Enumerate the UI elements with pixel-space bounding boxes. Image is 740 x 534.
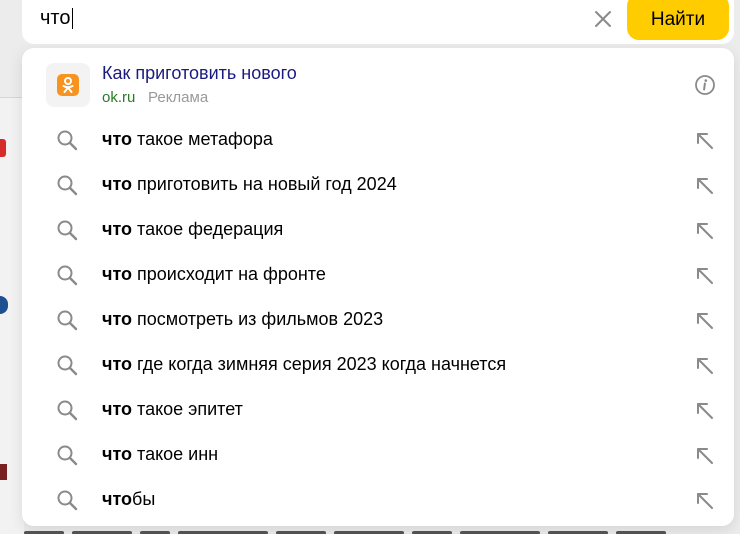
suggestion-rest-part: такое федерация: [132, 219, 284, 239]
insert-suggestion-arrow-icon[interactable]: [694, 355, 716, 377]
suggestion-text: что такое федерация: [102, 219, 283, 240]
suggestion-item[interactable]: что такое эпитет: [22, 388, 734, 433]
background-favicon-brown: [0, 464, 7, 480]
suggestion-item[interactable]: что происходит на фронте: [22, 253, 734, 298]
search-icon: [57, 220, 78, 241]
ad-logo: [46, 63, 90, 107]
insert-suggestion-arrow-icon[interactable]: [694, 130, 716, 152]
ad-label: Реклама: [148, 89, 209, 106]
suggestion-text: что такое метафора: [102, 129, 273, 150]
suggestion-bold-part: что: [102, 444, 133, 464]
search-bar: Найти: [22, 0, 734, 44]
suggestion-bold-part: что: [102, 354, 133, 374]
search-icon: [57, 175, 78, 196]
close-icon: [595, 11, 611, 27]
insert-suggestion-arrow-icon[interactable]: [694, 400, 716, 422]
search-icon: [57, 310, 78, 331]
insert-suggestion-arrow-icon[interactable]: [694, 220, 716, 242]
suggestions-dropdown: Как приготовить нового ok.ru Реклама что…: [22, 48, 734, 526]
search-icon: [57, 490, 78, 511]
suggestion-bold-part: что: [102, 219, 133, 239]
suggestion-item[interactable]: что приготовить на новый год 2024: [22, 163, 734, 208]
suggestion-item[interactable]: чтобы: [22, 478, 734, 523]
text-caret: [72, 8, 73, 29]
suggestion-rest-part: бы: [132, 489, 156, 509]
search-icon: [57, 130, 78, 151]
insert-suggestion-arrow-icon[interactable]: [694, 175, 716, 197]
background-favicon-red: [0, 139, 6, 157]
insert-suggestion-arrow-icon[interactable]: [694, 490, 716, 512]
suggestion-rest-part: происходит на фронте: [132, 264, 326, 284]
suggestion-rest-part: посмотреть из фильмов 2023: [132, 309, 384, 329]
odnoklassniki-icon: [62, 77, 74, 93]
insert-suggestion-arrow-icon[interactable]: [694, 265, 716, 287]
suggestion-text: чтобы: [102, 489, 155, 510]
suggestion-rest-part: такое метафора: [132, 129, 273, 149]
suggestion-item[interactable]: что такое метафора: [22, 118, 734, 163]
suggestion-item[interactable]: что такое федерация: [22, 208, 734, 253]
suggestion-bold-part: что: [102, 174, 133, 194]
suggestion-bold-part: что: [102, 489, 133, 509]
suggestion-item[interactable]: что где когда зимняя серия 2023 когда на…: [22, 343, 734, 388]
suggestion-text: что такое эпитет: [102, 399, 243, 420]
insert-suggestion-arrow-icon[interactable]: [694, 445, 716, 467]
suggestion-bold-part: что: [102, 264, 133, 284]
clear-button[interactable]: [588, 4, 618, 34]
suggestion-text: что где когда зимняя серия 2023 когда на…: [102, 354, 506, 375]
suggestion-bold-part: что: [102, 309, 133, 329]
suggestion-rest-part: приготовить на новый год 2024: [132, 174, 397, 194]
search-input[interactable]: [40, 0, 560, 36]
ad-domain: ok.ru: [102, 89, 136, 106]
search-submit-button[interactable]: Найти: [627, 0, 729, 40]
suggestion-rest-part: такое инн: [132, 444, 219, 464]
suggestion-bold-part: что: [102, 129, 133, 149]
ad-title[interactable]: Как приготовить нового: [102, 63, 297, 84]
info-icon[interactable]: [694, 74, 716, 96]
suggestion-bold-part: что: [102, 399, 133, 419]
ad-suggestion[interactable]: Как приготовить нового ok.ru Реклама: [22, 48, 734, 118]
suggestion-item[interactable]: что посмотреть из фильмов 2023: [22, 298, 734, 343]
suggestion-rest-part: где когда зимняя серия 2023 когда начнет…: [132, 354, 507, 374]
suggestion-item[interactable]: что такое инн: [22, 433, 734, 478]
suggestion-rest-part: такое эпитет: [132, 399, 243, 419]
suggestion-text: что приготовить на новый год 2024: [102, 174, 397, 195]
background-divider: [0, 97, 24, 98]
suggestion-text: что посмотреть из фильмов 2023: [102, 309, 383, 330]
insert-suggestion-arrow-icon[interactable]: [694, 310, 716, 332]
search-icon: [57, 445, 78, 466]
suggestion-text: что такое инн: [102, 444, 218, 465]
search-icon: [57, 355, 78, 376]
search-icon: [57, 400, 78, 421]
search-icon: [57, 265, 78, 286]
suggestion-text: что происходит на фронте: [102, 264, 326, 285]
